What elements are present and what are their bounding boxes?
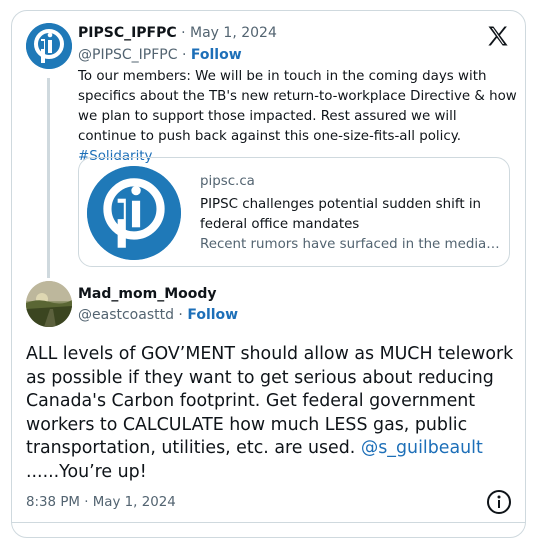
user-avatar[interactable] — [26, 281, 72, 327]
quoted-date[interactable]: May 1, 2024 — [190, 25, 277, 41]
link-title: PIPSC challenges potential sudden shift … — [200, 197, 482, 232]
author-handle-row: @eastcoasttd · Follow — [78, 306, 238, 324]
link-domain: pipsc.ca — [200, 174, 255, 189]
follow-button-quoted[interactable]: Follow — [191, 47, 242, 63]
quoted-tweet-text: To our members: We will be in touch in t… — [78, 67, 518, 167]
author-separator: · — [173, 307, 188, 323]
pipsc-logo — [26, 23, 72, 69]
quoted-handle-row: @PIPSC_IPFPC · Follow — [78, 46, 242, 64]
link-preview-card[interactable]: pipsc.ca PIPSC challenges potential sudd… — [78, 157, 510, 267]
header-separator: · — [176, 25, 191, 41]
tweet-text: ALL levels of GOV’MENT should allow as M… — [26, 343, 521, 484]
pipsc-avatar[interactable] — [26, 23, 72, 69]
follow-button-author[interactable]: Follow — [187, 307, 238, 323]
info-icon[interactable] — [486, 489, 512, 515]
thread-line — [47, 78, 50, 278]
tweet-text-end: ......You’re up! — [26, 461, 147, 482]
quoted-handle[interactable]: @PIPSC_IPFPC — [78, 47, 178, 63]
pipsc-logo — [87, 166, 181, 260]
quoted-display-name[interactable]: PIPSC_IPFPC — [78, 25, 177, 41]
mention-link[interactable]: @s_guilbeault — [361, 438, 483, 458]
quoted-tweet-header: PIPSC_IPFPC · May 1, 2024 — [78, 24, 277, 42]
tweet-timestamp[interactable]: 8:38 PM · May 1, 2024 — [26, 494, 176, 512]
author-display-name[interactable]: Mad_mom_Moody — [78, 285, 217, 303]
link-thumbnail — [87, 166, 181, 260]
x-logo-icon[interactable] — [486, 24, 510, 48]
quoted-text-body: To our members: We will be in touch in t… — [78, 69, 517, 144]
bottom-divider — [11, 522, 526, 523]
author-handle[interactable]: @eastcoasttd — [78, 307, 174, 323]
link-description: Recent rumors have surfaced in the media… — [200, 237, 500, 252]
handle-separator: · — [177, 47, 191, 63]
avatar-landscape — [26, 281, 72, 327]
